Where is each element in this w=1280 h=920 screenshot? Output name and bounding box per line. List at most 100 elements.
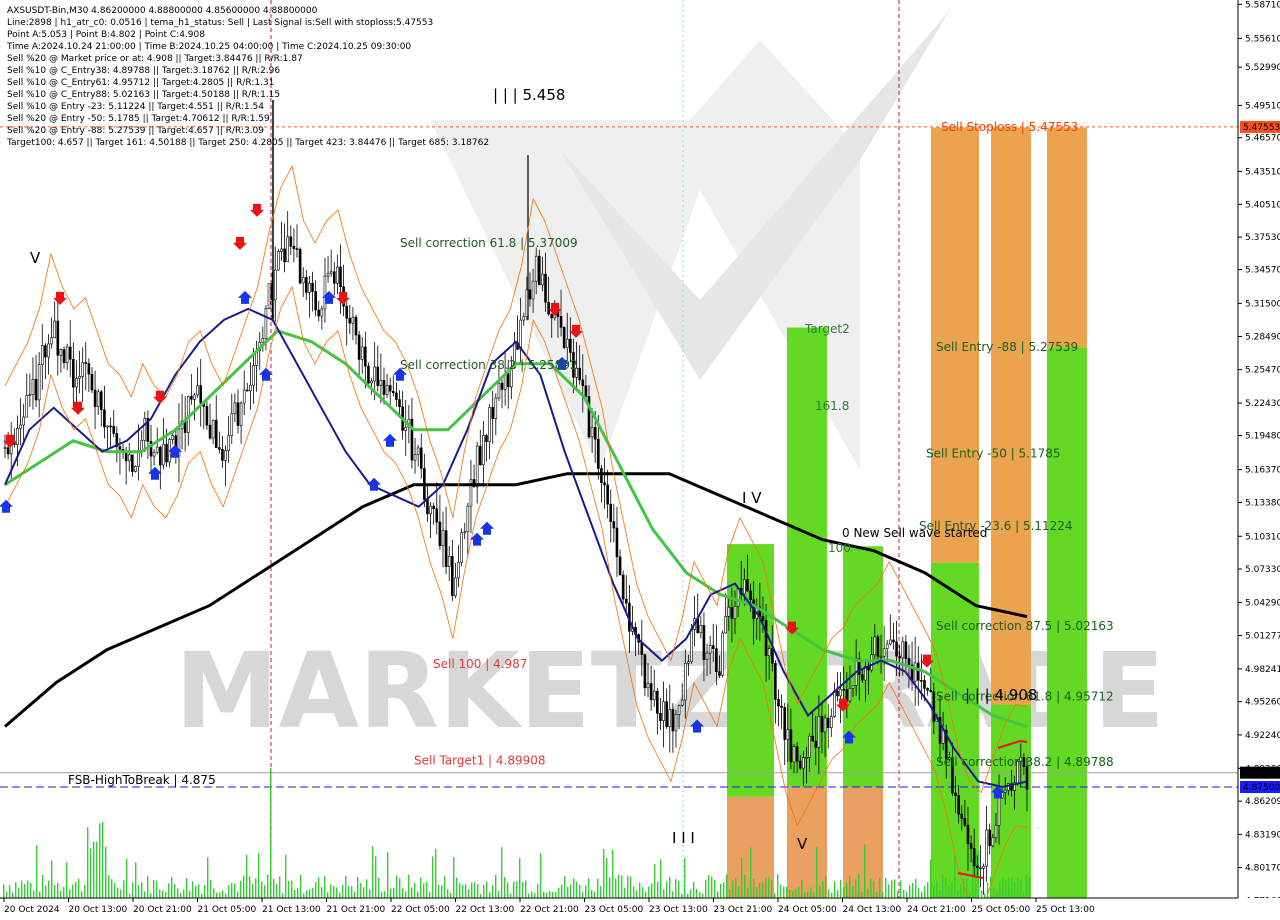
candle-body[interactable] (547, 301, 550, 315)
candle-body[interactable] (326, 272, 330, 277)
candle-body[interactable] (901, 641, 905, 659)
candle-body[interactable] (451, 555, 454, 597)
candle-body[interactable] (609, 503, 613, 522)
candle-body[interactable] (155, 446, 159, 453)
candle-body[interactable] (721, 632, 724, 676)
candle-body[interactable] (280, 248, 283, 252)
candle-body[interactable] (59, 349, 63, 356)
candle-body[interactable] (833, 690, 836, 717)
candle-body[interactable] (65, 346, 69, 364)
candle-body[interactable] (960, 813, 964, 819)
candle-body[interactable] (3, 447, 7, 450)
candle-body[interactable] (680, 699, 684, 706)
candle-body[interactable] (131, 454, 134, 472)
candle-body[interactable] (249, 384, 252, 392)
candle-body[interactable] (419, 447, 423, 469)
candle-body[interactable] (277, 251, 280, 271)
candle-body[interactable] (593, 427, 597, 440)
candle-body[interactable] (75, 378, 78, 388)
candle-body[interactable] (429, 505, 432, 515)
candle-body[interactable] (584, 385, 588, 397)
candle-body[interactable] (618, 556, 622, 576)
candle-body[interactable] (889, 639, 892, 645)
candle-body[interactable] (245, 389, 249, 392)
candle-body[interactable] (40, 345, 44, 365)
candle-body[interactable] (37, 364, 41, 401)
candle-body[interactable] (668, 709, 672, 727)
candle-body[interactable] (898, 655, 901, 659)
candle-body[interactable] (612, 521, 616, 529)
candle-body[interactable] (385, 385, 389, 395)
candle-body[interactable] (475, 445, 479, 488)
candle-body[interactable] (966, 824, 970, 844)
candle-body[interactable] (267, 283, 271, 309)
candle-body[interactable] (656, 690, 659, 714)
candle-body[interactable] (1025, 766, 1029, 790)
candle-body[interactable] (323, 275, 327, 310)
candle-body[interactable] (597, 438, 600, 469)
candle-body[interactable] (311, 282, 314, 292)
candle-body[interactable] (466, 505, 470, 533)
candle-body[interactable] (957, 795, 960, 815)
candle-body[interactable] (565, 338, 569, 348)
candle-body[interactable] (373, 366, 376, 382)
candle-body[interactable] (214, 419, 218, 448)
candle-body[interactable] (388, 385, 392, 392)
candle-body[interactable] (783, 707, 787, 740)
candle-body[interactable] (506, 372, 510, 388)
candle-body[interactable] (47, 343, 50, 358)
candle-body[interactable] (702, 625, 706, 660)
candle-body[interactable] (699, 625, 703, 634)
candle-body[interactable] (329, 271, 333, 274)
candle-body[interactable] (68, 346, 72, 360)
candle-body[interactable] (972, 848, 976, 867)
candle-body[interactable] (432, 505, 435, 510)
candle-body[interactable] (118, 446, 122, 450)
candle-body[interactable] (851, 685, 855, 689)
candle-body[interactable] (761, 616, 765, 621)
candle-body[interactable] (528, 289, 532, 300)
candle-body[interactable] (44, 345, 47, 358)
candle-body[interactable] (541, 273, 544, 286)
candle-body[interactable] (332, 271, 336, 284)
candle-body[interactable] (848, 687, 852, 702)
candle-body[interactable] (252, 365, 255, 386)
candle-body[interactable] (916, 662, 920, 681)
candle-body[interactable] (649, 683, 653, 701)
candle-body[interactable] (870, 654, 873, 671)
candle-body[interactable] (892, 639, 895, 643)
candle-body[interactable] (463, 531, 467, 534)
candle-body[interactable] (485, 435, 488, 443)
candle-body[interactable] (230, 413, 234, 436)
candle-body[interactable] (537, 255, 541, 286)
candle-body[interactable] (603, 482, 606, 486)
candle-body[interactable] (196, 385, 199, 396)
candle-body[interactable] (391, 390, 395, 394)
candle-body[interactable] (273, 269, 277, 301)
candle-body[interactable] (724, 616, 727, 634)
candle-body[interactable] (705, 652, 709, 660)
candle-body[interactable] (727, 606, 731, 617)
candle-body[interactable] (364, 346, 367, 367)
candle-body[interactable] (665, 701, 668, 727)
candle-body[interactable] (264, 308, 268, 339)
candle-body[interactable] (62, 349, 66, 364)
candle-body[interactable] (954, 792, 957, 796)
candle-body[interactable] (774, 663, 777, 700)
candle-body[interactable] (497, 382, 501, 399)
candle-body[interactable] (99, 391, 103, 411)
candle-body[interactable] (457, 562, 460, 579)
candle-body[interactable] (808, 735, 811, 758)
candle-body[interactable] (34, 378, 38, 401)
candle-body[interactable] (736, 588, 740, 607)
candle-body[interactable] (165, 444, 168, 463)
candle-body[interactable] (298, 248, 302, 284)
candle-body[interactable] (193, 394, 196, 400)
candle-body[interactable] (500, 382, 504, 390)
candle-body[interactable] (802, 757, 805, 769)
candle-body[interactable] (606, 484, 609, 505)
candle-body[interactable] (805, 757, 808, 759)
candle-body[interactable] (823, 717, 827, 733)
candle-body[interactable] (370, 380, 373, 384)
candle-body[interactable] (494, 397, 498, 419)
